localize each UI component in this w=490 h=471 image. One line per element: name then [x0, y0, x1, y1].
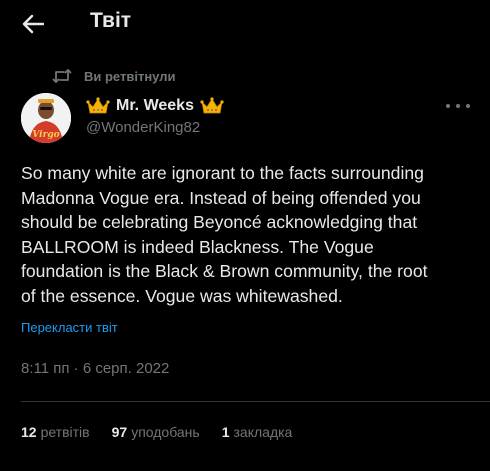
- retweets-stat[interactable]: 12 ретвітів: [21, 424, 90, 440]
- author-name-row[interactable]: Mr. Weeks: [86, 95, 224, 117]
- more-dot-icon: [466, 104, 470, 108]
- tweet-text-line: foundation is the Black & Brown communit…: [21, 261, 428, 281]
- tweet-text-line: should be celebrating Beyoncé acknowledg…: [21, 212, 418, 232]
- tweet-text: So many white are ignorant to the facts …: [21, 161, 471, 308]
- tweet-stats: 12 ретвітів 97 уподобань 1 закладка: [21, 424, 314, 440]
- tweet-text-line: So many white are ignorant to the facts …: [21, 163, 424, 183]
- top-bar: Твіт: [0, 0, 490, 48]
- retweets-label: ретвітів: [40, 424, 90, 440]
- arrow-left-icon: [22, 14, 44, 34]
- retweet-icon: [52, 68, 72, 84]
- crown-icon: [86, 96, 110, 116]
- more-options-button[interactable]: [446, 100, 470, 112]
- bookmarks-count: 1: [221, 424, 230, 440]
- avatar-caption: Virgo: [32, 130, 59, 140]
- likes-count: 97: [111, 424, 128, 440]
- retweets-count: 12: [21, 424, 37, 440]
- author-display-name[interactable]: Mr. Weeks: [116, 97, 194, 115]
- tweet-timestamp[interactable]: 8:11 пп · 6 серп. 2022: [21, 360, 169, 377]
- author-handle[interactable]: @WonderKing82: [86, 119, 200, 136]
- tweet-text-line: BALLROOM is indeed Blackness. The Vogue: [21, 236, 374, 257]
- avatar[interactable]: Virgo: [21, 93, 71, 143]
- translate-tweet-link[interactable]: Перекласти твіт: [21, 320, 118, 335]
- more-dot-icon: [456, 104, 460, 108]
- tweet-text-line: Madonna Vogue era. Instead of being offe…: [21, 187, 421, 208]
- retweet-label: Ви ретвітнули: [84, 68, 176, 84]
- bookmarks-stat[interactable]: 1 закладка: [222, 424, 293, 440]
- likes-label: уподобань: [131, 424, 200, 440]
- page-title: Твіт: [90, 9, 132, 32]
- tweet-text-line: of the essence. Vogue was whitewashed.: [21, 285, 343, 306]
- retweet-indicator: Ви ретвітнули: [52, 66, 176, 86]
- divider: [21, 401, 490, 402]
- more-dot-icon: [446, 104, 450, 108]
- back-button[interactable]: [18, 10, 48, 38]
- bookmarks-label: закладка: [233, 424, 293, 440]
- crown-icon: [200, 96, 224, 116]
- likes-stat[interactable]: 97 уподобань: [112, 424, 200, 440]
